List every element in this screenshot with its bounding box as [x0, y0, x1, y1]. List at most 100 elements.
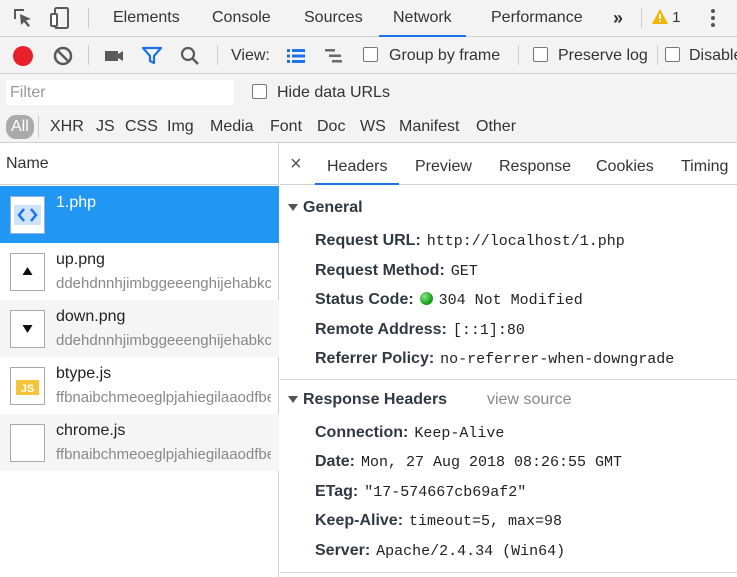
header-key: Status Code: [315, 291, 414, 308]
detail-tabbar: × Headers Preview Response Cookies Timin… [280, 143, 737, 185]
warning-icon [652, 9, 668, 24]
type-filter-css[interactable]: CSS [123, 115, 160, 139]
request-row[interactable]: down.png ddehdnnhjimbggeeenghijehabkcmhd… [0, 300, 279, 357]
up-arrow-image-icon [10, 253, 45, 291]
header-value: Mon, 27 Aug 2018 08:26:55 GMT [361, 454, 623, 471]
close-details-button[interactable]: × [290, 153, 302, 176]
toolbar-divider [657, 45, 658, 65]
tab-timing[interactable]: Timing [669, 143, 737, 185]
response-headers-title: Response Headers [303, 391, 448, 408]
view-source-link[interactable]: view source [487, 391, 571, 409]
header-row: Connection: Keep-Alive [315, 424, 504, 442]
request-domain: ffbnaibchmeoeglpjahiegilaaodfbelbpdkgj [56, 389, 271, 406]
tab-response[interactable]: Response [487, 143, 583, 185]
disable-cache-checkbox[interactable] [665, 47, 680, 62]
tab-sources[interactable]: Sources [302, 0, 365, 36]
header-key: Request Method: [315, 262, 445, 279]
general-section-title: General [303, 199, 363, 216]
request-list: Name 1.php up.png ddehdnnhjimbggeeenghij… [0, 143, 279, 577]
warning-count: 1 [672, 9, 681, 26]
header-row: Status Code: 304 Not Modified [315, 291, 583, 309]
group-by-frame-label: Group by frame [389, 47, 501, 64]
header-key: Keep-Alive: [315, 512, 404, 529]
request-name: down.png [56, 308, 126, 325]
response-headers-section-header[interactable]: Response Headers [288, 391, 447, 409]
type-filter-manifest[interactable]: Manifest [397, 115, 461, 139]
hide-data-urls-checkbox[interactable] [252, 84, 267, 99]
request-name: up.png [56, 251, 105, 268]
type-filter-img[interactable]: Img [165, 115, 196, 139]
warning-badge[interactable]: 1 [652, 9, 681, 26]
hide-data-urls-label: Hide data URLs [277, 84, 390, 101]
request-domain: ddehdnnhjimbggeeenghijehabkcmhdmlkjdabk [56, 275, 271, 292]
section-divider [280, 379, 737, 380]
more-tabs-button[interactable]: » [611, 0, 625, 36]
type-filter-js[interactable]: JS [94, 115, 117, 139]
general-section-header[interactable]: General [288, 199, 363, 217]
header-key: Server: [315, 542, 371, 559]
view-label: View: [231, 47, 270, 64]
header-value: GET [450, 263, 478, 280]
group-by-frame-checkbox[interactable] [363, 47, 378, 62]
header-key: Date: [315, 453, 356, 470]
header-value: no-referrer-when-downgrade [440, 351, 675, 368]
capture-screenshots-icon[interactable] [102, 44, 126, 68]
header-key: Connection: [315, 424, 409, 441]
header-key: Referrer Policy: [315, 350, 435, 367]
preserve-log-checkbox[interactable] [533, 47, 548, 62]
type-filter-font[interactable]: Font [268, 115, 304, 139]
blank-file-icon [10, 424, 45, 462]
network-toolbar: View: Group by frame Preserve log Disabl… [0, 37, 737, 74]
type-filter-media[interactable]: Media [208, 115, 256, 139]
status-ok-dot-icon [419, 292, 433, 305]
tab-headers[interactable]: Headers [315, 143, 400, 185]
kebab-menu-icon[interactable] [701, 6, 725, 30]
toolbar-divider [641, 8, 642, 28]
header-row: Server: Apache/2.4.34 (Win64) [315, 542, 565, 560]
record-icon[interactable] [11, 44, 35, 68]
tab-elements[interactable]: Elements [111, 0, 182, 36]
tab-preview[interactable]: Preview [403, 143, 484, 185]
header-value: Apache/2.4.34 (Win64) [376, 543, 566, 560]
filter-input[interactable] [6, 80, 234, 105]
clear-icon[interactable] [51, 44, 75, 68]
header-key: Request URL: [315, 232, 421, 249]
type-filter-other[interactable]: Other [474, 115, 518, 139]
toolbar-divider [88, 45, 89, 65]
header-value: "17-574667cb69af2" [364, 484, 527, 501]
type-filter-all[interactable]: All [6, 115, 34, 139]
header-key: Remote Address: [315, 321, 447, 338]
header-value: Keep-Alive [414, 425, 505, 442]
request-row[interactable]: chrome.js ffbnaibchmeoeglpjahiegilaaodfb… [0, 414, 279, 471]
down-arrow-image-icon [10, 310, 45, 348]
waterfall-overview-icon[interactable] [322, 44, 346, 68]
name-column-header[interactable]: Name [0, 143, 279, 185]
header-row: Request URL: http://localhost/1.php [315, 232, 625, 250]
tab-cookies[interactable]: Cookies [584, 143, 666, 185]
inspect-element-icon[interactable] [11, 6, 35, 30]
request-row[interactable]: JS btype.js ffbnaibchmeoeglpjahiegilaaod… [0, 357, 279, 414]
request-name: chrome.js [56, 422, 126, 439]
large-rows-icon[interactable] [284, 44, 308, 68]
tab-network[interactable]: Network [379, 0, 466, 37]
type-filter-ws[interactable]: WS [358, 115, 388, 139]
type-filter-doc[interactable]: Doc [315, 115, 347, 139]
header-value: 304 Not Modified [438, 292, 583, 309]
filter-icon[interactable] [140, 44, 164, 68]
section-divider [280, 572, 737, 573]
tab-performance[interactable]: Performance [489, 0, 585, 36]
code-icon [10, 196, 45, 234]
request-name: 1.php [56, 194, 97, 211]
request-domain: ddehdnnhjimbggeeenghijehabkcmhdmlkjdabk [56, 332, 271, 349]
type-filter-divider [38, 116, 39, 138]
request-row[interactable]: up.png ddehdnnhjimbggeeenghijehabkcmhdml… [0, 243, 279, 300]
type-filter-xhr[interactable]: XHR [48, 115, 86, 139]
device-toolbar-icon[interactable] [48, 6, 72, 30]
request-row[interactable]: 1.php [0, 186, 279, 243]
header-row: ETag: "17-574667cb69af2" [315, 483, 526, 501]
disable-cache-label: Disable cache [689, 47, 737, 64]
search-icon[interactable] [178, 44, 202, 68]
header-row: Date: Mon, 27 Aug 2018 08:26:55 GMT [315, 453, 622, 471]
tab-console[interactable]: Console [210, 0, 273, 36]
request-name: btype.js [56, 365, 112, 382]
